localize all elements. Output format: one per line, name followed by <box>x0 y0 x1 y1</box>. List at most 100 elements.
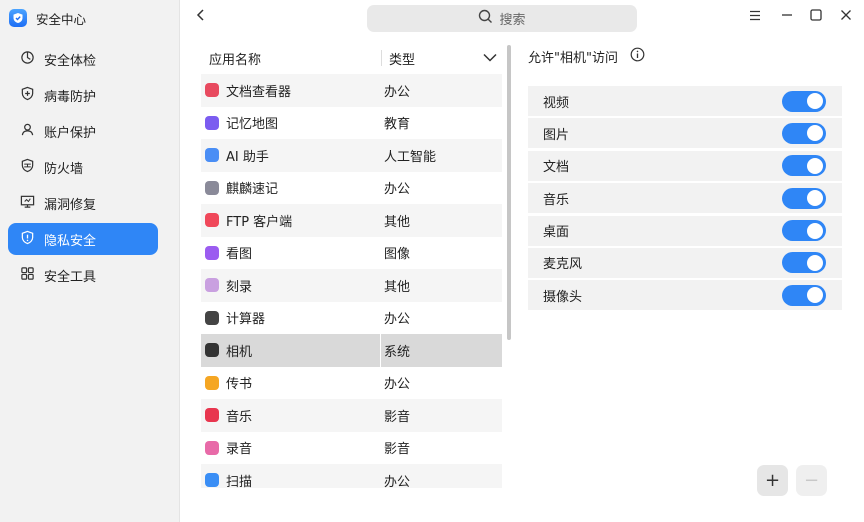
app-name-cell: FTP 客户端 <box>201 204 381 237</box>
scan-icon <box>20 50 35 69</box>
scrollbar[interactable] <box>507 45 511 340</box>
permission-row: 视频 <box>528 86 842 116</box>
minimize-icon <box>781 9 793 25</box>
app-name: 看图 <box>226 247 253 263</box>
table-row[interactable]: 音乐 影音 <box>201 399 502 432</box>
sidebar-item-account-protection[interactable]: 账户保护 <box>8 115 158 147</box>
table-row[interactable]: FTP 客户端 其他 <box>201 204 502 237</box>
remove-button[interactable]: − <box>796 465 827 496</box>
app-icon <box>205 310 219 325</box>
table-row[interactable]: 计算器 办公 <box>201 301 502 335</box>
app-name-cell: AI 助手 <box>201 139 381 172</box>
permission-label: 文档 <box>543 160 570 176</box>
info-icon[interactable] <box>630 47 645 66</box>
permission-row: 图片 <box>528 118 842 149</box>
app-type: 办公 <box>384 377 411 393</box>
app-name-cell: 麒麟速记 <box>201 172 381 205</box>
sort-dropdown[interactable] <box>478 51 502 66</box>
permission-toggle[interactable] <box>782 90 826 112</box>
app-name: 计算器 <box>226 312 266 328</box>
sidebar-item-virus-protection[interactable]: 病毒防护 <box>8 79 158 111</box>
column-header-name[interactable]: 应用名称 <box>201 49 381 68</box>
app-icon <box>205 440 219 455</box>
permission-label: 视频 <box>543 95 570 111</box>
app-icon <box>205 148 219 163</box>
sidebar-item-privacy-security[interactable]: 隐私安全 <box>8 223 158 255</box>
maximize-button[interactable] <box>805 6 827 28</box>
search-icon <box>478 9 493 28</box>
app-name-cell: 相机 <box>201 334 381 367</box>
permission-row: 文档 <box>528 150 842 181</box>
shield-plus-icon <box>20 86 35 105</box>
app-type: 办公 <box>384 84 411 100</box>
chevron-left-icon <box>196 9 206 25</box>
app-name-cell: 传书 <box>201 367 381 400</box>
app-name: 相机 <box>226 344 253 360</box>
table-row[interactable]: 扫描 办公 <box>201 464 502 488</box>
search-input[interactable]: 搜索 <box>367 5 637 32</box>
app-type: 办公 <box>384 182 411 198</box>
app-name: 麒麟速记 <box>226 182 279 198</box>
sidebar-item-label: 防火墙 <box>44 161 84 177</box>
app-name-cell: 录音 <box>201 432 381 465</box>
table-row[interactable]: 刻录 其他 <box>201 269 502 302</box>
permission-row: 摄像头 <box>528 280 842 311</box>
table-header: 应用名称 类型 <box>201 42 502 74</box>
app-name-cell: 刻录 <box>201 269 381 302</box>
maximize-icon <box>810 9 822 25</box>
permission-toggle[interactable] <box>782 187 826 209</box>
sidebar-item-label: 病毒防护 <box>44 89 97 105</box>
sidebar-item-firewall[interactable]: 防火墙 <box>8 151 158 183</box>
add-button[interactable]: + <box>757 465 788 496</box>
sidebar-item-label: 漏洞修复 <box>44 197 97 213</box>
table-row[interactable]: 录音 影音 <box>201 431 502 465</box>
permission-row: 桌面 <box>528 215 842 246</box>
monitor-icon <box>20 194 35 213</box>
permission-title: 允许"相机"访问 <box>528 51 618 66</box>
app-type: 系统 <box>384 344 411 360</box>
app-type: 其他 <box>384 279 411 295</box>
permission-toggle[interactable] <box>782 122 826 144</box>
table-row[interactable]: 麒麟速记 办公 <box>201 171 502 205</box>
app-name: 扫描 <box>226 474 253 488</box>
app-name: AI 助手 <box>226 149 269 165</box>
sidebar-item-vulnerability-fix[interactable]: 漏洞修复 <box>8 187 158 219</box>
table-row[interactable]: 看图 图像 <box>201 236 502 270</box>
table-row[interactable]: 相机 系统 <box>201 334 502 367</box>
app-name-cell: 记忆地图 <box>201 107 381 140</box>
app-icon <box>205 408 219 423</box>
column-header-type[interactable]: 类型 <box>382 49 478 68</box>
app-name-cell: 看图 <box>201 237 381 270</box>
permission-toggle[interactable] <box>782 155 826 177</box>
app-name: 传书 <box>226 377 253 393</box>
table-row[interactable]: AI 助手 人工智能 <box>201 139 502 172</box>
sidebar-item-security-tools[interactable]: 安全工具 <box>8 259 158 291</box>
minimize-button[interactable] <box>776 6 798 28</box>
menu-button[interactable] <box>744 6 766 28</box>
grid-icon <box>20 266 35 285</box>
sidebar-item-security-check[interactable]: 安全体检 <box>8 43 158 75</box>
firewall-icon <box>20 158 35 177</box>
app-type: 人工智能 <box>384 149 437 165</box>
permission-list: 视频 图片 文档 音乐 桌面 麦克风 摄像头 <box>528 86 842 313</box>
app-name-cell: 扫描 <box>201 464 381 488</box>
permission-label: 摄像头 <box>543 289 583 305</box>
app-name: 刻录 <box>226 279 253 295</box>
app-name-cell: 音乐 <box>201 399 381 432</box>
close-button[interactable] <box>835 6 857 28</box>
search-placeholder: 搜索 <box>499 13 526 28</box>
permission-toggle[interactable] <box>782 252 826 274</box>
permission-toggle[interactable] <box>782 284 826 306</box>
sidebar-item-label: 账户保护 <box>44 125 97 141</box>
table-row[interactable]: 文档查看器 办公 <box>201 74 502 107</box>
app-name: 音乐 <box>226 409 253 425</box>
back-button[interactable] <box>189 5 213 29</box>
app-title: 安全中心 <box>9 7 86 29</box>
app-name: 文档查看器 <box>226 84 292 100</box>
permission-toggle[interactable] <box>782 220 826 242</box>
permission-label: 桌面 <box>543 225 570 241</box>
table-row[interactable]: 记忆地图 教育 <box>201 106 502 140</box>
table-row[interactable]: 传书 办公 <box>201 366 502 400</box>
app-name-cell: 计算器 <box>201 302 381 335</box>
app-icon <box>205 245 219 260</box>
